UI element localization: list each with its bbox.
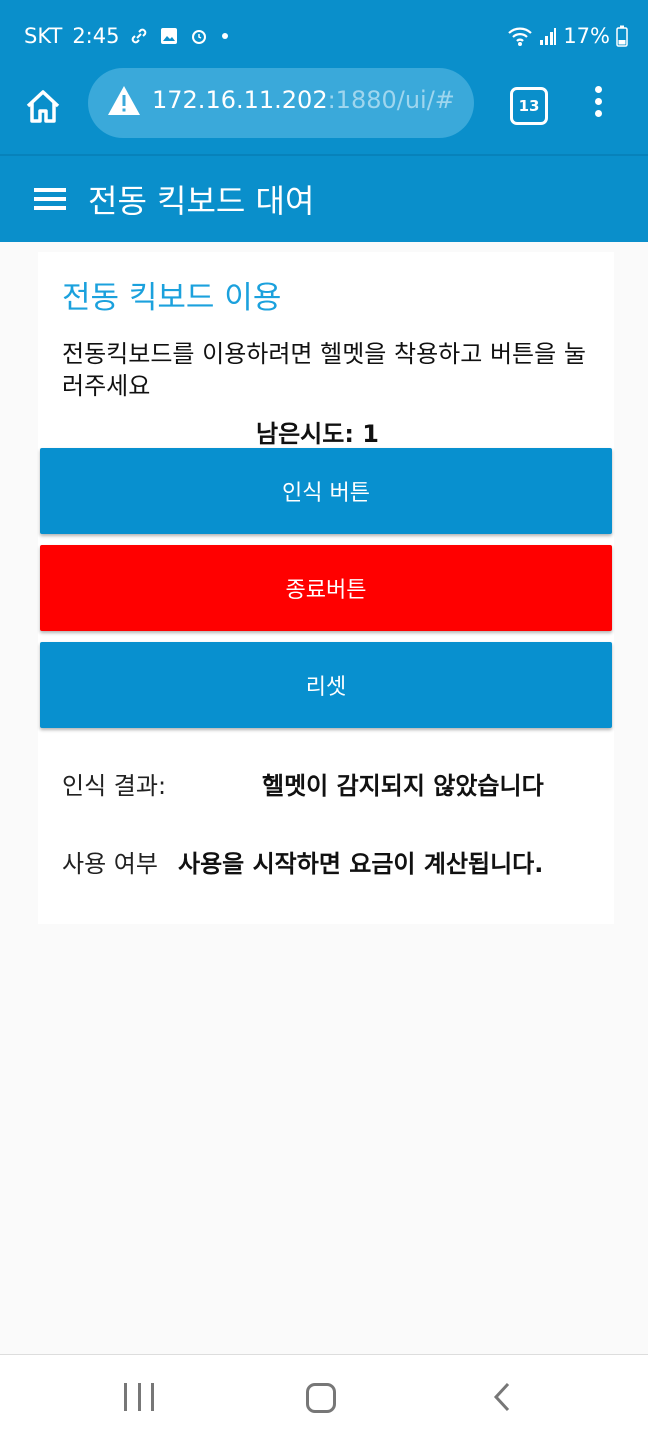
wifi-icon [508,27,533,46]
status-right: 17% [507,24,628,48]
more-dot-icon [594,98,602,105]
signal-icon [540,28,557,45]
remaining-attempts: 남은시도: 1 [256,420,379,448]
more-menu-button[interactable] [588,86,608,122]
card-title: 전동 킥보드 이용 [62,280,282,316]
link-icon [132,28,147,44]
reset-button[interactable]: 리셋 [40,642,612,728]
notification-dot-icon [222,33,229,39]
home-nav-button[interactable] [306,1383,336,1413]
url-path: :1880/ui/# [327,86,455,114]
hamburger-menu-icon[interactable] [34,188,66,212]
card-description: 전동킥보드를 이용하려면 헬멧을 착용하고 버튼을 눌러주세요 [62,340,586,400]
usage-status-label: 사용 여부 [62,850,158,878]
image-icon [161,28,178,44]
more-dot-icon [594,110,602,117]
recents-button[interactable] [124,1383,154,1411]
more-dot-icon [594,86,602,93]
detection-result-label: 인식 결과: [62,772,167,800]
detect-button[interactable]: 인식 버튼 [40,448,612,534]
back-icon[interactable] [492,1381,512,1413]
tab-switcher-button[interactable]: 13 [510,87,548,125]
home-icon [26,90,60,123]
battery-percent: 17% [563,24,610,48]
alarm-icon [192,30,207,44]
usage-status-value: 사용을 시작하면 요금이 계산됩니다. [178,850,544,878]
browser-toolbar: 172.16.11.202:1880/ui/# 13 [0,68,648,154]
status-left: SKT 2:45 [24,24,231,48]
carrier-label: SKT [24,24,63,48]
url-host: 172.16.11.202 [152,86,328,114]
warning-icon[interactable] [106,84,142,118]
status-bar: SKT 2:45 17% [0,0,648,74]
url-text[interactable]: 172.16.11.202:1880/ui/# [152,86,455,114]
address-bar[interactable]: 172.16.11.202:1880/ui/# [88,68,474,138]
end-button[interactable]: 종료버튼 [40,545,612,631]
clock: 2:45 [72,24,120,48]
app-header: 전동 킥보드 대여 [0,154,648,242]
app-title: 전동 킥보드 대여 [88,182,315,220]
home-button[interactable] [20,84,66,130]
system-nav-bar [0,1354,648,1441]
battery-icon [616,25,628,47]
detection-result-value: 헬멧이 감지되지 않았습니다 [262,772,544,800]
